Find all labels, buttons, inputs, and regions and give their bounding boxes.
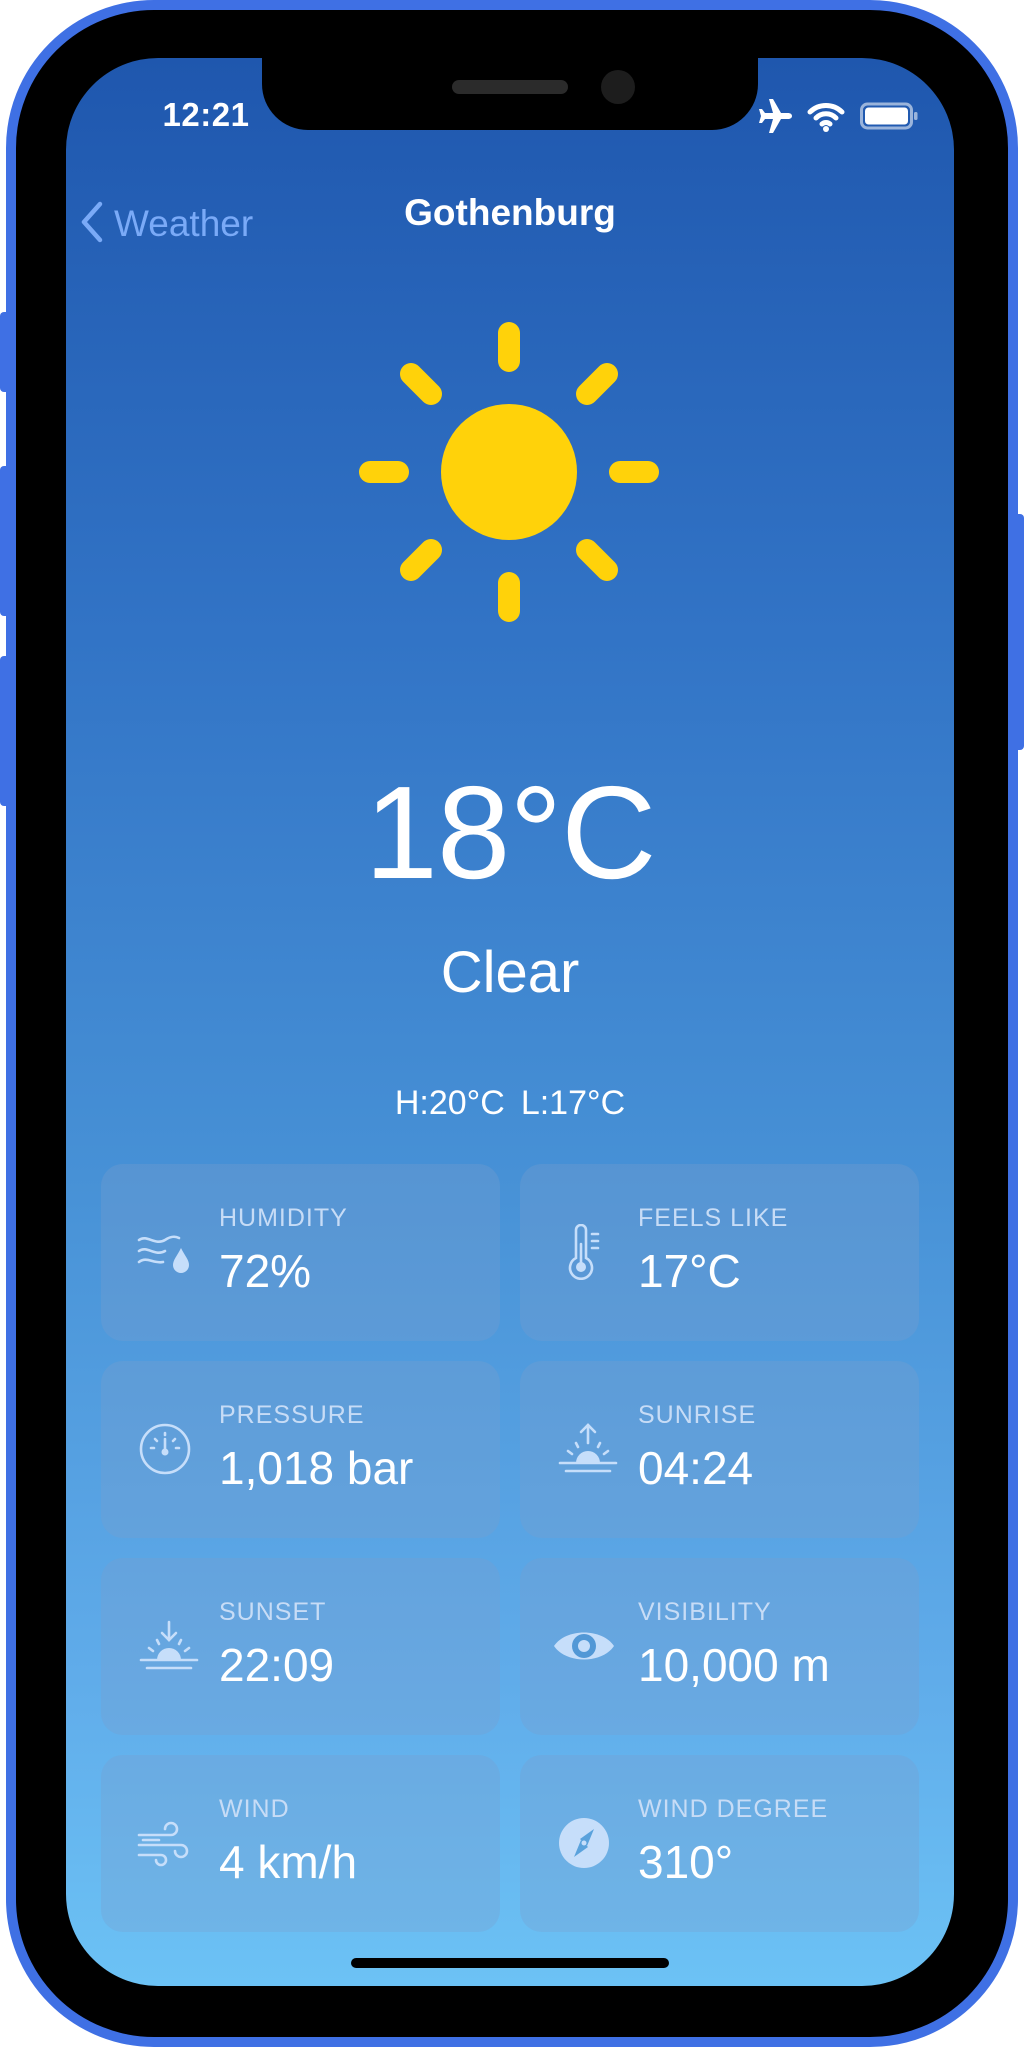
page-title: Gothenburg	[404, 192, 616, 233]
sunrise-card: SUNRISE 04:24	[520, 1361, 919, 1538]
volume-down-button	[0, 656, 10, 806]
wind-value: 4 km/h	[219, 1836, 358, 1888]
wind-degree-label: WIND DEGREE	[638, 1795, 829, 1823]
sunrise-icon	[556, 1421, 618, 1477]
home-indicator[interactable]	[351, 1958, 669, 1968]
high-temperature: H:20°C	[394, 1084, 505, 1122]
sunrise-value: 04:24	[638, 1442, 754, 1494]
visibility-value: 10,000 m	[638, 1639, 830, 1691]
high-low-temperature: H:20°C L:17°C	[66, 1082, 954, 1124]
sun-icon	[359, 322, 659, 622]
front-camera	[601, 70, 635, 104]
screen: 12:21 Weather Gothenburg 18°C Clear H:20…	[66, 58, 954, 1986]
volume-up-button	[0, 466, 10, 616]
power-button	[1014, 514, 1024, 750]
current-temperature: 18°C	[364, 759, 657, 906]
sunrise-label: SUNRISE	[638, 1401, 757, 1429]
gauge-icon	[137, 1421, 193, 1477]
visibility-label: VISIBILITY	[638, 1598, 772, 1626]
eye-icon	[552, 1618, 616, 1674]
wind-card: WIND 4 km/h	[101, 1755, 500, 1932]
weather-details-grid: HUMIDITY 72% FEELS LIKE 17°C PRESSURE 1,…	[101, 1164, 919, 1932]
humidity-label: HUMIDITY	[219, 1204, 348, 1232]
pressure-card: PRESSURE 1,018 bar	[101, 1361, 500, 1538]
wind-label: WIND	[219, 1795, 290, 1823]
feels-like-label: FEELS LIKE	[638, 1204, 789, 1232]
thermometer-icon	[556, 1223, 612, 1281]
visibility-card: VISIBILITY 10,000 m	[520, 1558, 919, 1735]
sunset-label: SUNSET	[219, 1598, 327, 1626]
sunset-value: 22:09	[219, 1639, 335, 1691]
wind-icon	[137, 1815, 193, 1871]
status-time: 12:21	[162, 96, 250, 133]
pressure-label: PRESSURE	[219, 1401, 365, 1429]
pressure-value: 1,018 bar	[219, 1442, 414, 1494]
speaker	[452, 80, 568, 94]
humidity-card: HUMIDITY 72%	[101, 1164, 500, 1341]
sunset-card: SUNSET 22:09	[101, 1558, 500, 1735]
notch	[262, 58, 758, 130]
silent-switch	[0, 312, 10, 392]
sunset-icon	[137, 1618, 199, 1674]
weather-condition: Clear	[440, 940, 580, 1005]
feels-like-card: FEELS LIKE 17°C	[520, 1164, 919, 1341]
wind-degree-value: 310°	[638, 1836, 734, 1888]
battery-icon	[860, 98, 918, 139]
low-temperature: L:17°C	[520, 1084, 626, 1122]
humidity-icon	[137, 1224, 193, 1280]
feels-like-value: 17°C	[638, 1245, 741, 1297]
wind-degree-card: WIND DEGREE 310°	[520, 1755, 919, 1932]
wifi-icon	[806, 98, 846, 139]
humidity-value: 72%	[219, 1245, 312, 1297]
compass-icon	[556, 1815, 612, 1871]
airplane-icon	[756, 98, 796, 139]
